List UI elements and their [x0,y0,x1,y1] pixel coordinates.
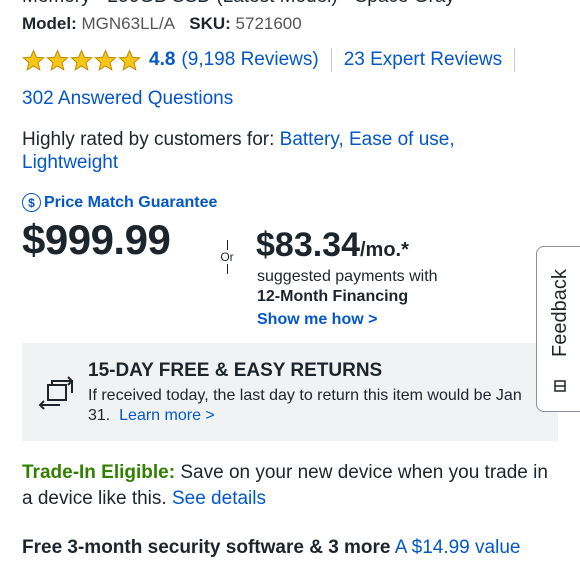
suggested-payments-text: suggested payments with [257,268,438,285]
star-rating[interactable] [22,48,141,72]
rating-row: 4.8 (9,198 Reviews) 23 Expert Reviews [22,46,527,74]
show-me-how-link[interactable]: Show me how > [257,311,377,329]
product-price: $999.99 [22,216,171,263]
monthly-unit: /mo.* [360,239,409,261]
see-details-link[interactable]: See details [172,488,266,509]
dollar-circle-icon: $ [22,193,41,212]
model-sku-line: Model: MGN63LL/A SKU: 5721600 [22,14,302,34]
feedback-tab[interactable]: Feedback [536,246,580,412]
model-value: MGN63LL/A [81,14,176,33]
divider [330,48,332,72]
rating-score[interactable]: 4.8 [149,49,175,71]
star-icon [94,48,117,71]
price-match-guarantee[interactable]: $ Price Match Guarantee [22,193,217,212]
star-icon [46,48,69,71]
learn-more-link[interactable]: Learn more > [119,407,215,424]
monthly-amount: $83.34 [256,226,360,264]
free-offer-line: Free 3-month security software & 3 more … [22,537,520,559]
or-line-bottom [226,264,228,274]
financing-term: 12-Month Financing [257,288,409,305]
trade-in-section: Trade-In Eligible: Save on your new devi… [22,460,562,512]
price-match-label: Price Match Guarantee [44,193,218,211]
star-icon [22,48,45,71]
free-offer-text: Free 3-month security software & 3 more [22,537,391,558]
or-text: Or [220,250,234,264]
or-line-top [226,240,228,250]
divider [514,48,516,72]
highly-rated-prefix: Highly rated by customers for: [22,129,275,150]
sku-value: 5721600 [235,14,302,33]
exchange-icon [38,376,74,410]
monthly-price: $83.34/mo.* [256,226,409,265]
answered-questions-link[interactable]: 302 Answered Questions [22,88,233,110]
feedback-label: Feedback [549,269,571,357]
expert-reviews-link[interactable]: 23 Expert Reviews [344,49,502,71]
highly-rated-line: Highly rated by customers for: Battery, … [22,128,522,174]
star-icon [70,48,93,71]
sku-label: SKU: [189,14,231,33]
reviews-link[interactable]: (9,198 Reviews) [181,49,318,71]
returns-title: 15-DAY FREE & EASY RETURNS [88,360,383,381]
model-label: Model: [22,14,77,33]
star-icon [118,48,141,71]
feedback-icon [554,380,566,392]
free-offer-value-link[interactable]: A $14.99 value [395,537,521,558]
trade-in-label: Trade-In Eligible: [22,462,176,483]
returns-description: If received today, the last day to retur… [88,386,538,426]
product-title: Memory - 256GB SSD (Latest Model) - Spac… [22,0,455,8]
or-separator: Or [218,240,236,274]
